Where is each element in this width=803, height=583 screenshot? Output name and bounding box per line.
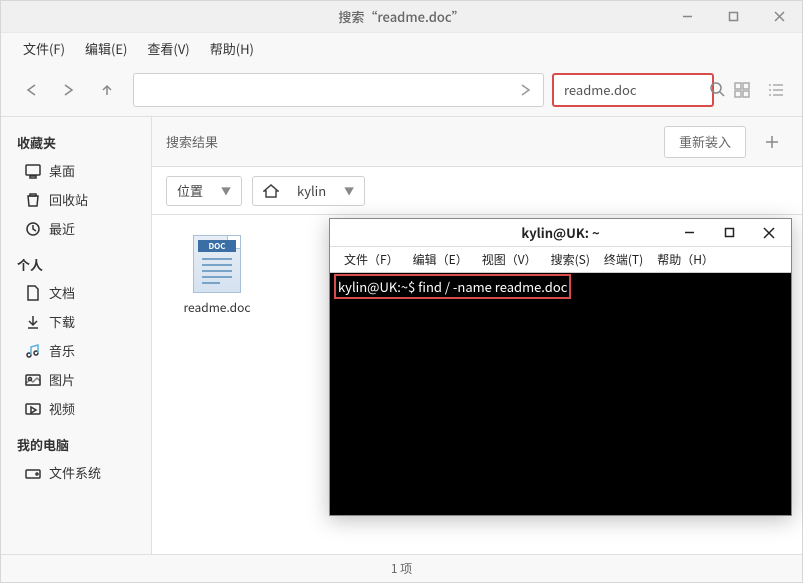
sidebar-item-label: 音乐: [49, 341, 75, 360]
chevron-down-icon: ▼: [221, 183, 231, 198]
doc-file-icon: DOC: [193, 235, 241, 293]
sidebar-item-filesystem[interactable]: 文件系统: [1, 458, 151, 487]
term-menu-file[interactable]: 文件（F）: [338, 248, 405, 271]
close-button[interactable]: [756, 1, 802, 33]
documents-icon: [25, 285, 41, 301]
filter-row: 位置 ▼ kylin ▼: [152, 167, 802, 215]
close-button[interactable]: [751, 222, 787, 244]
menu-file[interactable]: 文件(F): [15, 35, 73, 62]
desktop-icon: [25, 163, 41, 179]
terminal-command-highlight: kylin@UK:~$ find / -name readme.doc: [334, 274, 571, 299]
sidebar-item-label: 图片: [49, 370, 75, 389]
clock-icon: [25, 221, 41, 237]
titlebar: 搜索“readme.doc”: [1, 1, 802, 33]
sidebar-item-trash[interactable]: 回收站: [1, 185, 151, 214]
statusbar: 1 项: [1, 554, 802, 582]
back-button[interactable]: [13, 74, 49, 106]
go-icon: [519, 78, 533, 102]
disk-icon: [25, 465, 41, 481]
file-name: readme.doc: [184, 299, 251, 316]
sidebar: 收藏夹 桌面 回收站 最近 个人 文档 下载: [1, 117, 151, 554]
up-button[interactable]: [89, 74, 125, 106]
trash-icon: [25, 192, 41, 208]
maximize-button[interactable]: [710, 1, 756, 33]
terminal-menubar: 文件（F） 编辑（E） 视图（V） 搜索(S) 终端(T) 帮助（H）: [330, 247, 791, 273]
menubar: 文件(F) 编辑(E) 查看(V) 帮助(H): [1, 33, 802, 63]
sidebar-item-label: 文件系统: [49, 463, 101, 482]
terminal-window: kylin@UK: ~ 文件（F） 编辑（E） 视图（V） 搜索(S) 终端(T…: [329, 218, 792, 516]
terminal-prompt: kylin@UK:~$: [338, 277, 418, 296]
sidebar-computer-heading: 我的电脑: [1, 431, 151, 458]
sidebar-item-downloads[interactable]: 下载: [1, 307, 151, 336]
term-menu-terminal[interactable]: 终端(T): [598, 248, 649, 271]
chevron-down-icon: ▼: [344, 183, 354, 198]
home-icon: [263, 184, 279, 198]
forward-button[interactable]: [51, 74, 87, 106]
search-box[interactable]: [552, 73, 714, 107]
dropdown-label: kylin: [297, 181, 326, 200]
icon-view-button[interactable]: [728, 76, 756, 104]
menu-help[interactable]: 帮助(H): [202, 35, 262, 62]
doc-badge: DOC: [198, 240, 236, 252]
terminal-body[interactable]: kylin@UK:~$ find / -name readme.doc: [330, 273, 791, 515]
minimize-button[interactable]: [664, 1, 710, 33]
sidebar-item-label: 最近: [49, 219, 75, 238]
window-title: 搜索“readme.doc”: [338, 7, 464, 26]
sidebar-item-label: 视频: [49, 399, 75, 418]
videos-icon: [25, 401, 41, 417]
search-icon: [709, 78, 725, 102]
window-controls: [664, 1, 802, 33]
term-menu-search[interactable]: 搜索(S): [545, 248, 596, 271]
pictures-icon: [25, 372, 41, 388]
search-input[interactable]: [564, 80, 709, 99]
sidebar-item-desktop[interactable]: 桌面: [1, 156, 151, 185]
menu-view[interactable]: 查看(V): [139, 35, 197, 62]
term-menu-help[interactable]: 帮助（H）: [651, 248, 720, 271]
main-header: 搜索结果 重新装入: [152, 117, 802, 167]
terminal-title: kylin@UK: ~: [521, 223, 599, 242]
sidebar-item-label: 文档: [49, 283, 75, 302]
sidebar-favorites-heading: 收藏夹: [1, 129, 151, 156]
sidebar-item-label: 回收站: [49, 190, 88, 209]
music-icon: [25, 343, 41, 359]
terminal-command: find / -name readme.doc: [418, 277, 567, 296]
file-item[interactable]: DOC readme.doc: [172, 235, 262, 316]
dropdown-label: 位置: [177, 181, 203, 200]
location-dropdown[interactable]: 位置 ▼: [166, 176, 242, 206]
terminal-titlebar: kylin@UK: ~: [330, 219, 791, 247]
terminal-line: kylin@UK:~$ find / -name readme.doc: [336, 277, 785, 296]
sidebar-personal-heading: 个人: [1, 251, 151, 278]
path-dropdown[interactable]: kylin ▼: [252, 176, 365, 206]
list-view-button[interactable]: [762, 76, 790, 104]
nav-buttons: [13, 74, 125, 106]
term-menu-edit[interactable]: 编辑（E）: [407, 248, 474, 271]
sidebar-item-pictures[interactable]: 图片: [1, 365, 151, 394]
maximize-button[interactable]: [711, 222, 747, 244]
results-label: 搜索结果: [166, 132, 664, 151]
path-bar[interactable]: [133, 73, 544, 107]
sidebar-item-label: 桌面: [49, 161, 75, 180]
sidebar-item-documents[interactable]: 文档: [1, 278, 151, 307]
toolbar: [1, 63, 802, 117]
sidebar-item-music[interactable]: 音乐: [1, 336, 151, 365]
downloads-icon: [25, 314, 41, 330]
terminal-window-controls: [671, 222, 787, 244]
sidebar-item-label: 下载: [49, 312, 75, 331]
menu-edit[interactable]: 编辑(E): [77, 35, 135, 62]
term-menu-view[interactable]: 视图（V）: [476, 248, 543, 271]
reload-button[interactable]: 重新装入: [664, 126, 746, 158]
add-button[interactable]: [756, 126, 788, 158]
minimize-button[interactable]: [671, 222, 707, 244]
view-mode-buttons: [728, 76, 790, 104]
sidebar-item-videos[interactable]: 视频: [1, 394, 151, 423]
status-text: 1 项: [391, 560, 412, 577]
sidebar-item-recent[interactable]: 最近: [1, 214, 151, 243]
